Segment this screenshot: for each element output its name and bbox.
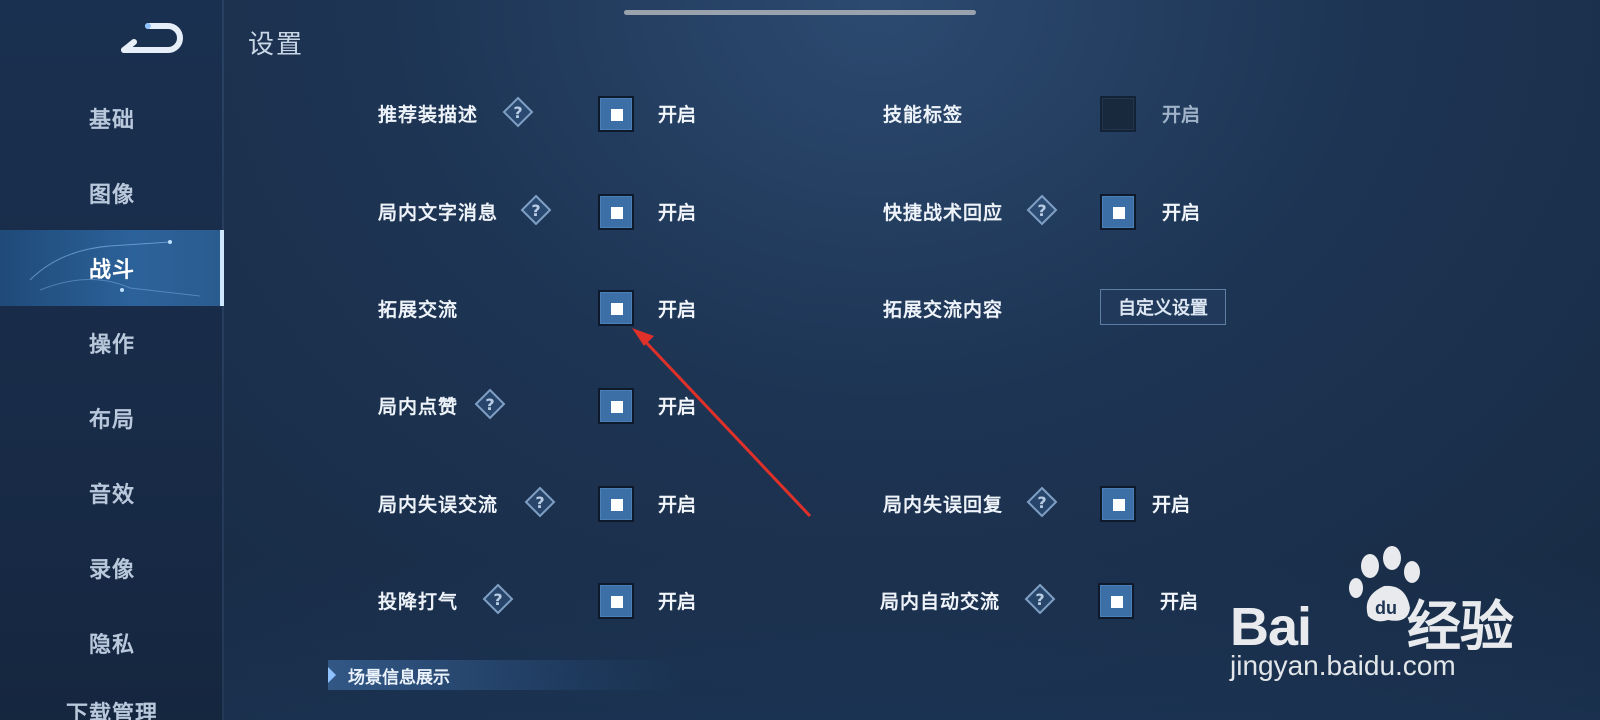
setting-checkbox[interactable] [598, 486, 634, 522]
sidebar-item-label: 音效 [88, 483, 135, 508]
checkbox-state-text: 开启 [1152, 494, 1191, 516]
sidebar-item-combat[interactable]: 战斗 [0, 230, 224, 306]
sidebar-item-sound[interactable]: 音效 [0, 455, 224, 531]
checkbox-state-text: 开启 [1160, 591, 1199, 613]
setting-checkbox[interactable] [598, 290, 634, 326]
sidebar-item-label: 基础 [88, 108, 135, 133]
setting-checkbox[interactable] [1098, 583, 1134, 619]
help-icon[interactable]: ? [524, 486, 556, 518]
help-icon[interactable]: ? [482, 583, 514, 615]
sidebar-item-control[interactable]: 操作 [0, 305, 224, 381]
setting-label: 推荐装描述 [378, 104, 479, 126]
sidebar-item-label: 录像 [88, 558, 135, 583]
sidebar-item-basic[interactable]: 基础 [0, 80, 224, 156]
setting-label: 投降打气 [378, 591, 459, 613]
help-icon[interactable]: ? [474, 388, 506, 420]
sidebar-item-label: 布局 [88, 408, 135, 433]
setting-label: 局内失误交流 [378, 494, 499, 516]
sidebar-item-replay[interactable]: 录像 [0, 530, 224, 606]
help-icon[interactable]: ? [502, 96, 534, 128]
setting-label: 局内文字消息 [378, 202, 499, 224]
setting-checkbox[interactable] [598, 388, 634, 424]
checkbox-state-text: 开启 [658, 396, 697, 418]
checkbox-state-text: 开启 [658, 591, 697, 613]
setting-label: 快捷战术回应 [883, 202, 1004, 224]
help-icon[interactable]: ? [1026, 486, 1058, 518]
help-icon[interactable]: ? [1024, 583, 1056, 615]
section-triangle-icon [328, 667, 336, 683]
svg-text:?: ? [535, 493, 544, 512]
sidebar-item-label: 操作 [88, 333, 135, 358]
setting-label: 局内自动交流 [880, 591, 1001, 613]
setting-label: 拓展交流内容 [883, 299, 1004, 321]
setting-label: 拓展交流 [378, 299, 459, 321]
sidebar-item-label: 图像 [88, 183, 135, 208]
svg-text:?: ? [513, 103, 522, 122]
back-arrow-icon [121, 23, 183, 53]
setting-label: 局内点赞 [378, 396, 459, 418]
page-title: 设置 [248, 30, 305, 60]
svg-text:?: ? [1037, 493, 1046, 512]
setting-checkbox[interactable] [1100, 194, 1136, 230]
checkbox-state-text: 开启 [658, 494, 697, 516]
svg-text:?: ? [485, 395, 494, 414]
back-button[interactable] [118, 18, 186, 58]
checkbox-state-text: 开启 [658, 299, 697, 321]
section-header[interactable]: 场景信息展示 [328, 660, 688, 690]
setting-checkbox[interactable] [598, 194, 634, 230]
sidebar-item-label: 下载管理 [65, 702, 158, 720]
section-title: 场景信息展示 [348, 667, 450, 688]
setting-checkbox[interactable] [1100, 96, 1136, 132]
home-indicator[interactable] [624, 10, 976, 15]
checkbox-state-text: 开启 [658, 202, 697, 224]
setting-label: 局内失误回复 [883, 494, 1004, 516]
setting-checkbox[interactable] [598, 96, 634, 132]
baidu-watermark: du Bai 经验 jingyan.baidu.com [1230, 546, 1570, 686]
svg-text:?: ? [531, 201, 540, 220]
help-icon[interactable]: ? [520, 194, 552, 226]
sidebar-item-downloads[interactable]: 下载管理 [0, 682, 224, 720]
setting-label: 技能标签 [883, 104, 964, 126]
help-icon[interactable]: ? [1026, 194, 1058, 226]
setting-checkbox[interactable] [598, 583, 634, 619]
sidebar-item-layout[interactable]: 布局 [0, 380, 224, 456]
custom-settings-button[interactable]: 自定义设置 [1100, 289, 1226, 325]
svg-text:?: ? [493, 590, 502, 609]
checkbox-state-text: 开启 [658, 104, 697, 126]
sidebar-item-label: 隐私 [88, 633, 135, 658]
sidebar-item-image[interactable]: 图像 [0, 155, 224, 231]
checkbox-state-text: 开启 [1162, 202, 1201, 224]
sidebar-item-privacy[interactable]: 隐私 [0, 605, 224, 681]
checkbox-state-text: 开启 [1162, 104, 1201, 126]
svg-text:?: ? [1035, 590, 1044, 609]
watermark-url: jingyan.baidu.com [1230, 650, 1456, 681]
svg-text:?: ? [1037, 201, 1046, 220]
sidebar-item-label: 战斗 [88, 258, 135, 283]
setting-checkbox[interactable] [1100, 486, 1136, 522]
